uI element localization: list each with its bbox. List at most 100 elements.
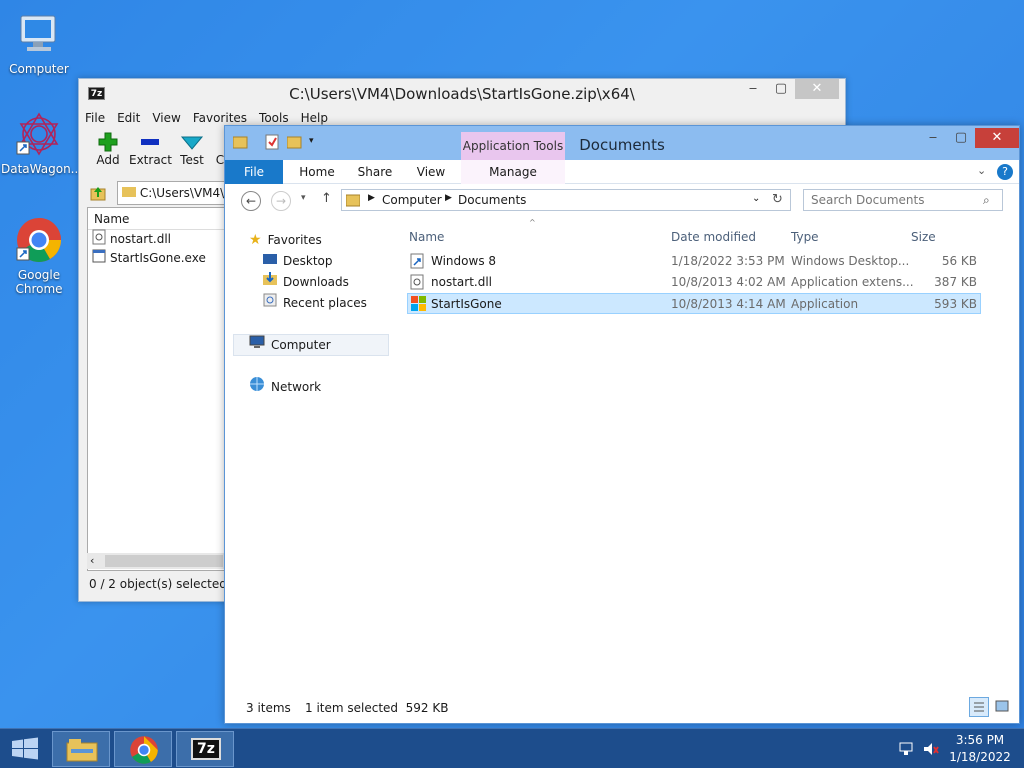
7zip-maximize-button[interactable]: ▢ (767, 79, 795, 99)
explorer-window-title: Documents (579, 136, 665, 154)
table-row-selected[interactable]: StartIsGone 10/8/2013 4:14 AM Applicatio… (407, 293, 981, 314)
forward-icon[interactable]: → (271, 191, 291, 211)
clock-date[interactable]: 1/18/2022 (940, 750, 1020, 764)
7zip-close-button[interactable]: ✕ (795, 79, 839, 99)
nav-label: Desktop (283, 254, 333, 268)
7zip-toolbar: Add Extract Test C (87, 131, 227, 175)
file-size: 387 KB (934, 275, 977, 289)
up-folder-icon[interactable] (89, 184, 107, 205)
start-button[interactable] (0, 731, 50, 767)
volume-muted-icon[interactable] (922, 741, 940, 760)
file-type: Application (791, 297, 859, 311)
add-button[interactable]: Add (87, 131, 129, 167)
refresh-icon[interactable]: ↻ (772, 192, 783, 207)
help-icon[interactable]: ? (997, 164, 1013, 180)
column-header-date[interactable]: Date modified (671, 226, 756, 248)
file-name: nostart.dll (431, 275, 492, 289)
7zip-titlebar[interactable]: 7z C:\Users\VM4\Downloads\StartIsGone.zi… (79, 79, 845, 107)
tab-view[interactable]: View (405, 160, 457, 184)
nav-network[interactable]: Network (249, 377, 321, 397)
status-item-count: 3 items (246, 701, 291, 715)
app-icon (410, 295, 426, 318)
checkmark-icon (171, 131, 213, 153)
star-icon: ★ (249, 232, 262, 248)
file-type: Windows Desktop... (791, 254, 910, 268)
column-header-name[interactable]: Name (409, 226, 444, 248)
breadcrumb-documents[interactable]: Documents (458, 193, 526, 207)
taskbar-file-explorer[interactable] (52, 731, 110, 767)
menu-view[interactable]: View (146, 109, 186, 127)
scroll-left-icon[interactable]: ‹ (90, 553, 94, 569)
7zip-path-text: C:\Users\VM4\D (139, 186, 227, 200)
recent-locations-icon[interactable]: ▾ (301, 193, 306, 203)
table-row[interactable]: nostart.dll 10/8/2013 4:02 AM Applicatio… (407, 272, 981, 293)
recent-places-icon (263, 293, 277, 313)
explorer-maximize-button[interactable]: ▢ (947, 128, 975, 148)
desktop-icon-datawagon[interactable]: DataWagon... (1, 110, 82, 176)
7zip-file-list[interactable]: Name nostart.dll StartIsGone.exe (87, 207, 227, 571)
explorer-minimize-button[interactable]: ‒ (919, 128, 947, 148)
add-label: Add (96, 153, 120, 167)
test-button[interactable]: Test (171, 131, 213, 167)
desktop-icon-computer[interactable]: Computer (1, 10, 77, 76)
chrome-icon (129, 735, 159, 768)
nav-label: Recent places (283, 296, 367, 310)
ribbon-expand-icon[interactable]: ⌄ (977, 164, 986, 177)
back-icon[interactable]: ← (241, 191, 261, 211)
list-item[interactable]: StartIsGone.exe (88, 249, 226, 268)
menu-edit[interactable]: Edit (111, 109, 146, 127)
column-header-type[interactable]: Type (791, 226, 819, 248)
documents-folder-icon (345, 193, 361, 210)
clock-time[interactable]: 3:56 PM (940, 733, 1020, 747)
file-list-pane[interactable]: ^ Name Date modified Type Size Windows 8… (401, 218, 1013, 686)
search-input[interactable]: Search Documents (803, 189, 1003, 211)
address-bar[interactable]: ▶ Computer ▶ Documents ⌄ ↻ (341, 189, 791, 211)
menu-file[interactable]: File (79, 109, 111, 127)
minus-icon (129, 131, 171, 153)
details-view-icon[interactable] (969, 697, 989, 717)
nav-label: Computer (271, 338, 331, 352)
up-arrow-icon[interactable]: ↑ (321, 191, 332, 206)
extract-button[interactable]: Extract (129, 131, 172, 167)
nav-favorites[interactable]: ★ Favorites (249, 230, 322, 250)
large-icons-view-icon[interactable] (993, 697, 1013, 717)
nav-computer-label[interactable]: Computer (249, 335, 331, 355)
taskbar-chrome[interactable] (114, 731, 172, 767)
desktop-icon-label: Computer (9, 62, 69, 76)
computer-icon (249, 335, 265, 355)
file-name: StartIsGone (431, 297, 502, 311)
nav-downloads[interactable]: Downloads (263, 272, 349, 292)
file-name: StartIsGone.exe (110, 251, 206, 265)
explorer-close-button[interactable]: ✕ (975, 128, 1019, 148)
nav-desktop[interactable]: Desktop (263, 251, 333, 271)
desktop-icon-chrome[interactable]: Google Chrome (1, 216, 77, 296)
address-dropdown-icon[interactable]: ⌄ (752, 193, 760, 204)
datawagon-icon (15, 110, 63, 158)
network-tray-icon[interactable] (898, 741, 914, 760)
explorer-window[interactable]: ▾ Application Tools Documents ‒ ▢ ✕ File… (224, 125, 1020, 724)
explorer-status-bar: 3 items 1 item selected 592 KB (225, 693, 1019, 723)
7zip-path-bar[interactable]: C:\Users\VM4\D (87, 181, 227, 205)
nav-recent-places[interactable]: Recent places (263, 293, 367, 313)
table-row[interactable]: Windows 8 1/18/2022 3:53 PM Windows Desk… (407, 251, 981, 272)
file-date: 10/8/2013 4:14 AM (671, 297, 786, 311)
tab-file[interactable]: File (225, 160, 283, 184)
explorer-titlebar[interactable]: ▾ Application Tools Documents ‒ ▢ ✕ (225, 126, 1019, 160)
desktop-icon-label: Google Chrome (15, 268, 63, 296)
nav-label: Network (271, 380, 322, 394)
network-icon (249, 376, 265, 398)
breadcrumb-computer[interactable]: Computer (382, 193, 442, 207)
tab-manage[interactable]: Manage (461, 160, 565, 184)
column-header-name[interactable]: Name (88, 208, 226, 230)
column-header-size[interactable]: Size (911, 226, 936, 248)
tab-share[interactable]: Share (347, 160, 403, 184)
horizontal-scrollbar[interactable]: ‹ (87, 553, 227, 569)
taskbar-7zip[interactable]: 7z (176, 731, 234, 767)
exe-icon (92, 249, 106, 269)
tab-home[interactable]: Home (291, 160, 343, 184)
7zip-minimize-button[interactable]: ‒ (739, 79, 767, 99)
breadcrumb-separator-icon: ▶ (445, 193, 452, 203)
test-label: Test (180, 153, 204, 167)
list-item[interactable]: nostart.dll (88, 229, 226, 249)
search-icon[interactable]: ⌕ (983, 193, 990, 208)
